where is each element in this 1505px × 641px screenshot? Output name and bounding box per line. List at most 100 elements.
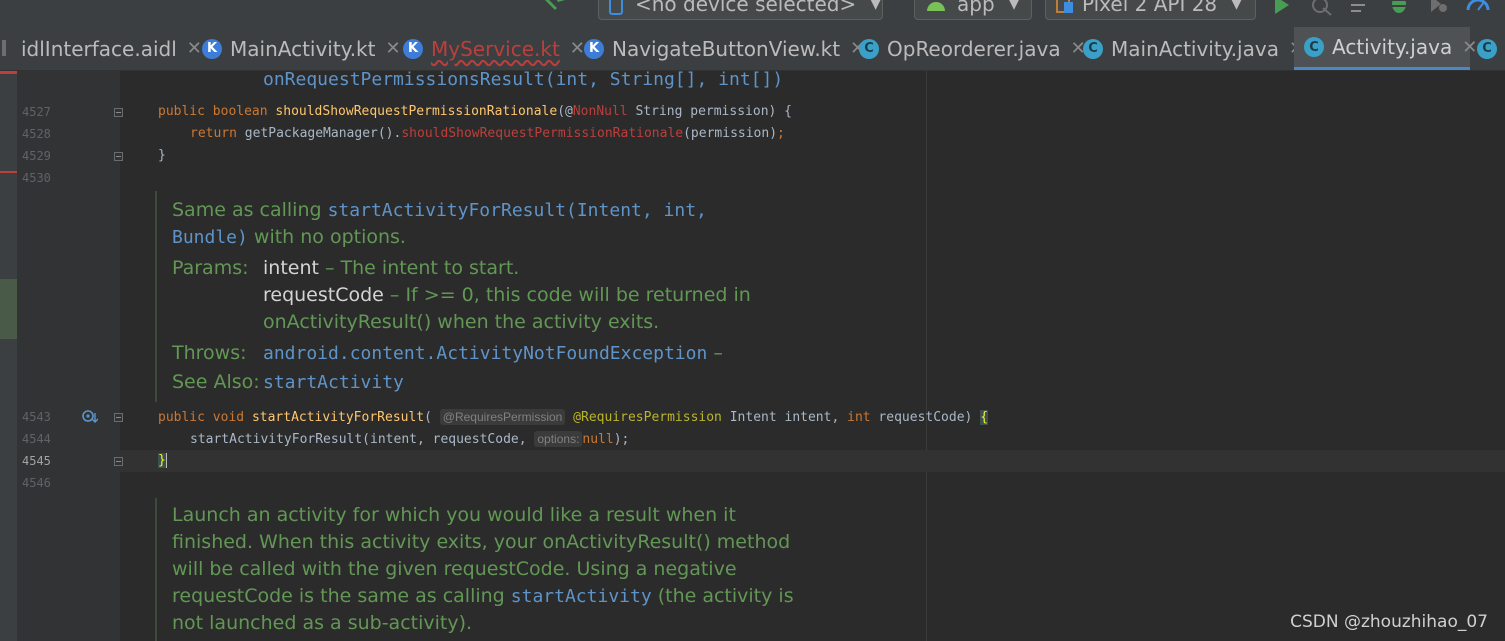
tab-scroll-left-icon[interactable]: [0, 38, 10, 58]
code-line: public void startActivityForResult( @Req…: [158, 409, 989, 425]
code-token: Intent intent,: [721, 410, 848, 425]
matched-brace: }: [158, 453, 166, 468]
keyword: return: [190, 126, 237, 141]
throws-label: Throws:: [172, 342, 247, 364]
apply-code-changes-icon[interactable]: [1349, 0, 1371, 16]
editor-tab-bar: idlInterface.aidl ✕ K MainActivity.kt ✕ …: [0, 27, 1505, 71]
profile-icon[interactable]: [1427, 0, 1449, 16]
phone-icon: [609, 0, 623, 15]
fold-marker[interactable]: [114, 413, 123, 422]
code-token: );: [613, 432, 630, 447]
avd-selector[interactable]: Pixel 2 API 28 ▼: [1045, 0, 1256, 20]
keyword: public: [158, 410, 205, 425]
keyword: void: [212, 410, 245, 425]
doc-link[interactable]: android.content.ActivityNotFoundExceptio…: [263, 343, 707, 364]
param-name: intent: [263, 257, 319, 279]
tab-label: OpReorderer.java: [887, 36, 1061, 61]
annotation: NonNull: [572, 104, 628, 119]
fold-marker[interactable]: [114, 108, 123, 117]
method-name: shouldShowRequestPermissionRationale: [275, 104, 558, 119]
android-icon: [927, 2, 945, 11]
current-line-highlight: [120, 450, 1505, 472]
code-line: return getPackageManager().shouldShowReq…: [190, 126, 785, 141]
code-line: startActivityForResult(intent, requestCo…: [190, 431, 629, 447]
tab-label: MainActivity.kt: [230, 36, 376, 61]
tab-label: idlInterface.aidl: [21, 36, 177, 61]
line-number: 4527: [22, 105, 51, 119]
fold-marker[interactable]: [114, 457, 123, 466]
tab-navigatebuttonview-kt[interactable]: K NavigateButtonView.kt ✕: [584, 27, 865, 70]
caret: [165, 453, 167, 468]
code-token: requestCode): [870, 410, 981, 425]
param-desc: – The intent to start.: [318, 257, 520, 279]
doc-text: –: [707, 342, 723, 364]
build-hammer-icon[interactable]: [544, 0, 568, 16]
device-selector-label: <no device selected>: [635, 0, 857, 16]
tab-mainactivity-kt[interactable]: K MainActivity.kt ✕: [202, 27, 402, 70]
close-icon[interactable]: ✕: [570, 38, 585, 59]
run-config-selector[interactable]: app ▼: [914, 0, 1032, 20]
structure-strip: [0, 71, 17, 641]
line-number: 4530: [22, 171, 51, 185]
java-class-icon: C: [859, 38, 879, 59]
tab-activity-java[interactable]: C Activity.java ✕: [1294, 27, 1477, 70]
debug-icon[interactable]: [1389, 0, 1409, 16]
doc-link[interactable]: startActivity: [511, 586, 652, 607]
inlay-hint: @RequiresPermission: [439, 409, 566, 425]
param-name: requestCode: [263, 284, 384, 306]
unresolved-method: shouldShowRequestPermissionRationale: [401, 126, 684, 141]
run-icon[interactable]: [1274, 0, 1290, 14]
line-number: 4544: [22, 432, 51, 446]
doc-see-also: See Also: startActivity: [172, 369, 872, 396]
code-editor[interactable]: 4527 4528 4529 4530 4543 4544 4545 4546 …: [0, 71, 1505, 641]
doc-link[interactable]: startActivity: [263, 372, 404, 393]
doc-comment-link[interactable]: onRequestPermissionsResult(int, String[]…: [263, 71, 783, 90]
keyword: boolean: [212, 104, 268, 119]
overrides-method-icon[interactable]: [82, 409, 98, 425]
doc-summary-cont: Bundle) with no options.: [172, 224, 872, 251]
tab-idlinterface-aidl[interactable]: idlInterface.aidl ✕: [21, 27, 202, 70]
inlay-hint: options:: [534, 431, 583, 447]
annotation: @RequiresPermission: [573, 410, 722, 425]
device-manager-icon: [1056, 0, 1073, 13]
close-icon[interactable]: ✕: [1462, 37, 1477, 58]
java-class-icon: C: [1083, 38, 1103, 59]
rendered-javadoc[interactable]: Launch an activity for which you would l…: [155, 498, 892, 641]
doc-text: will be called with the given requestCod…: [172, 558, 737, 580]
tab-label: NavigateButtonView.kt: [612, 36, 841, 61]
chevron-down-icon: ▼: [1231, 0, 1242, 12]
tab-mainactivity-java[interactable]: C MainActivity.java ✕: [1083, 27, 1304, 70]
tab-label: MyService.kt: [431, 36, 560, 61]
close-icon[interactable]: ✕: [187, 38, 202, 59]
line-number: 4543: [22, 410, 51, 424]
code-line: public boolean shouldShowRequestPermissi…: [158, 104, 792, 119]
param-desc: – If >= 0, this code will be returned in: [383, 284, 751, 306]
kotlin-file-icon: K: [584, 38, 604, 59]
keyword: int: [847, 410, 871, 425]
tab-opreorderer-java[interactable]: C OpReorderer.java ✕: [859, 27, 1086, 70]
code-token: String permission) {: [627, 104, 793, 119]
line-number: 4545: [22, 454, 51, 468]
tab-myservice-kt[interactable]: K MyService.kt ✕: [403, 27, 585, 70]
chevron-down-icon: ▼: [1008, 0, 1020, 12]
close-icon[interactable]: ✕: [385, 38, 400, 59]
semicolon: ;: [777, 126, 785, 141]
java-class-icon: C: [1477, 38, 1497, 59]
code-line: }: [158, 453, 167, 468]
apply-changes-icon[interactable]: [1310, 0, 1332, 16]
watermark: CSDN @zhouzhihao_07: [1290, 612, 1488, 632]
code-token: (@: [557, 104, 573, 119]
doc-link[interactable]: Bundle): [172, 227, 248, 248]
doc-text: Same as calling: [172, 199, 328, 221]
avd-label: Pixel 2 API 28: [1082, 0, 1218, 16]
tab-overflow[interactable]: C: [1477, 27, 1505, 70]
matched-brace: {: [980, 410, 989, 425]
doc-link[interactable]: startActivityForResult(Intent, int,: [328, 200, 707, 221]
kotlin-file-icon: K: [202, 38, 222, 59]
param-desc: onActivityResult() when the activity exi…: [263, 311, 660, 333]
doc-text: Launch an activity for which you would l…: [172, 504, 736, 526]
attach-debugger-icon[interactable]: [1466, 0, 1490, 14]
device-selector[interactable]: <no device selected> ▼: [598, 0, 883, 20]
fold-marker[interactable]: [114, 152, 123, 161]
rendered-javadoc[interactable]: Same as calling startActivityForResult(I…: [155, 191, 872, 402]
